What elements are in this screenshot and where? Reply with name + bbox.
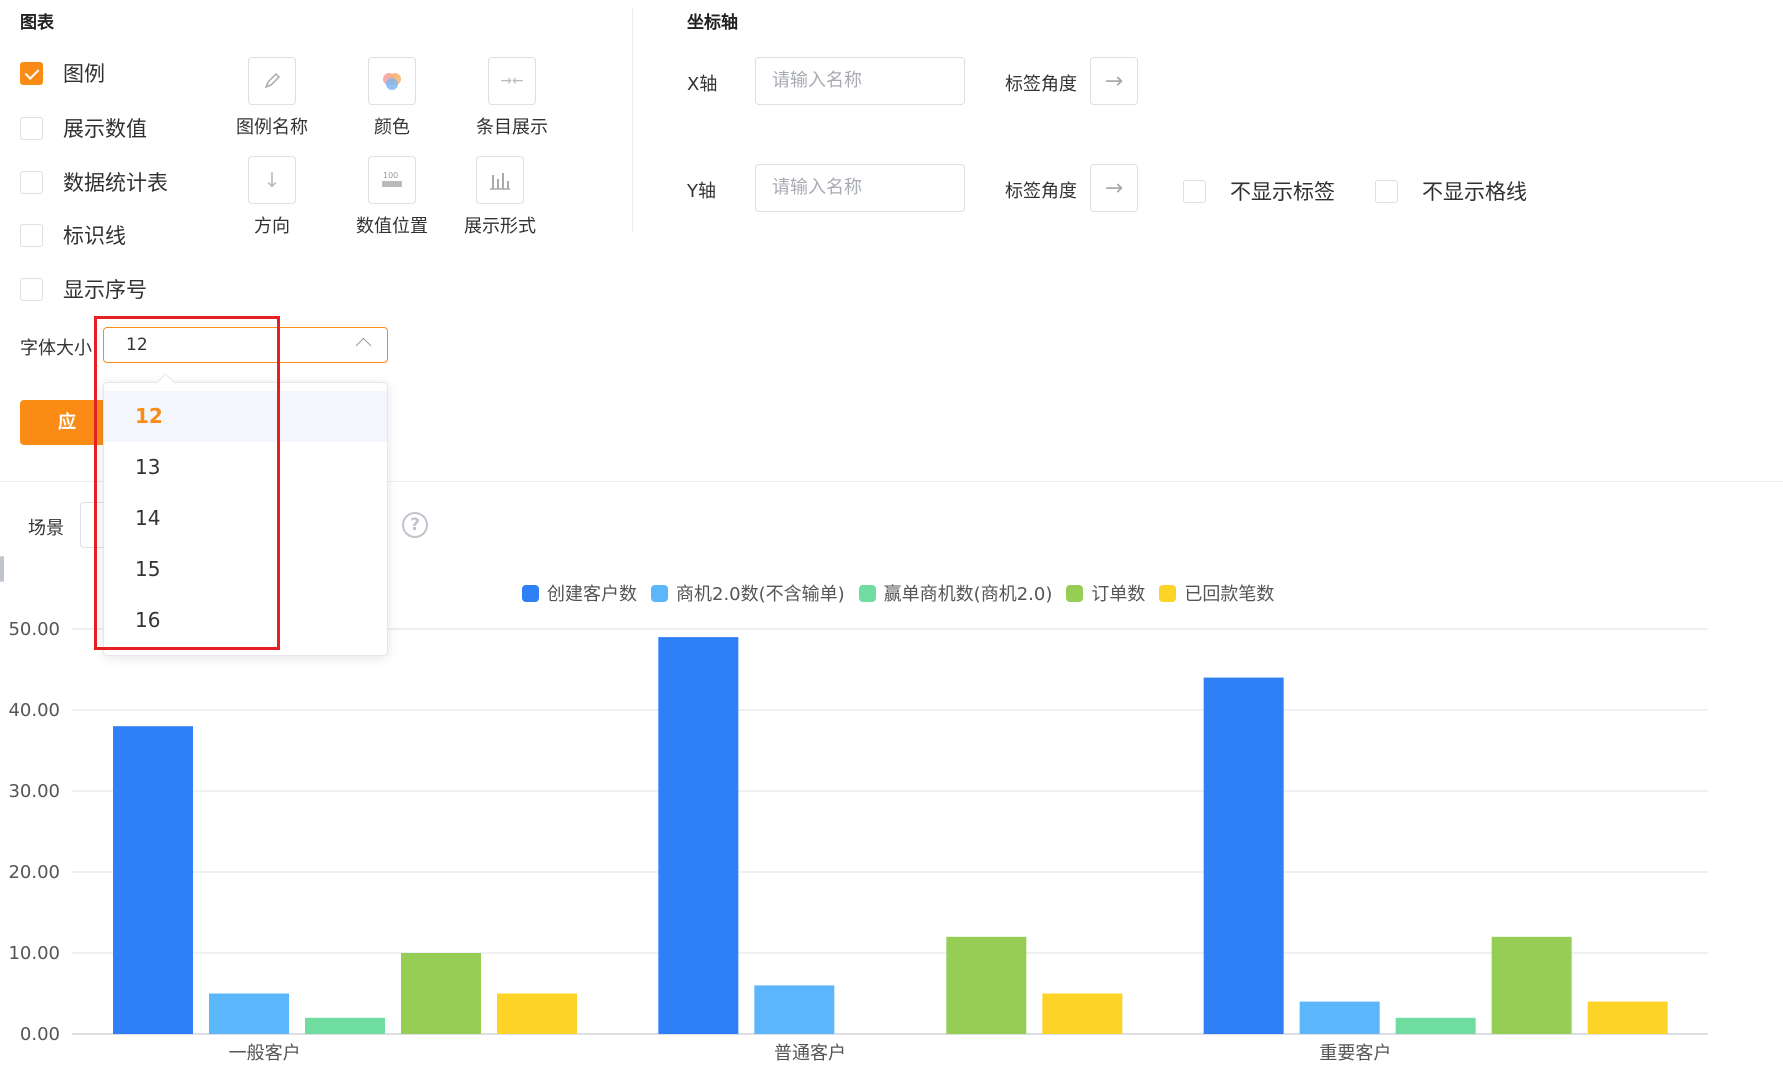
section-divider bbox=[632, 8, 633, 233]
bar bbox=[946, 936, 1027, 1034]
bar bbox=[113, 726, 193, 1034]
highlight-box bbox=[94, 316, 280, 650]
bar bbox=[754, 985, 835, 1034]
checkbox-icon[interactable] bbox=[20, 116, 43, 140]
legend-swatch bbox=[1159, 584, 1177, 602]
x-axis-label: X轴 bbox=[687, 74, 718, 95]
help-icon[interactable]: ? bbox=[402, 512, 428, 538]
value-position-icon[interactable]: 100 bbox=[368, 156, 416, 204]
value-position-label: 数值位置 bbox=[356, 216, 428, 237]
arrow-down-icon[interactable]: ↓ bbox=[248, 156, 296, 204]
display-form-tool[interactable]: 展示形式 bbox=[445, 156, 555, 238]
checkbox-checked-icon[interactable] bbox=[20, 61, 43, 85]
bar bbox=[1395, 1017, 1476, 1034]
legend-swatch bbox=[1066, 584, 1084, 602]
x-tick-angle-label: 标签角度 bbox=[1005, 74, 1077, 95]
y-tick-label: 30.00 bbox=[8, 781, 60, 802]
y-tick-label: 40.00 bbox=[8, 700, 60, 721]
x-tick-label: 普通客户 bbox=[774, 1043, 846, 1064]
y-axis-name-input[interactable]: 请输入名称 bbox=[755, 164, 965, 212]
chevron-up-icon bbox=[355, 337, 372, 354]
x-axis-name-input[interactable]: 请输入名称 bbox=[755, 57, 965, 105]
legend-name-tool[interactable]: 图例名称 bbox=[217, 57, 327, 139]
legend-swatch bbox=[858, 584, 876, 602]
y-tick-label: 10.00 bbox=[8, 943, 60, 964]
y-tick-label: 20.00 bbox=[8, 862, 60, 883]
checkbox-icon[interactable] bbox=[1375, 179, 1398, 203]
show-values-label: 展示数值 bbox=[63, 117, 147, 141]
y-tick-angle-arrow-icon[interactable]: → bbox=[1090, 164, 1138, 212]
bar bbox=[305, 1017, 385, 1034]
value-position-tool[interactable]: 100 数值位置 bbox=[337, 156, 447, 238]
bar bbox=[1587, 1001, 1668, 1034]
marker-line-checkbox[interactable]: 标识线 bbox=[20, 220, 126, 250]
bar bbox=[1042, 993, 1123, 1034]
show-index-checkbox[interactable]: 显示序号 bbox=[20, 274, 147, 304]
bar bbox=[1299, 1001, 1380, 1034]
checkbox-icon[interactable] bbox=[20, 223, 43, 247]
show-index-label: 显示序号 bbox=[63, 278, 147, 302]
side-handle-icon[interactable] bbox=[0, 556, 4, 582]
bar bbox=[1491, 936, 1572, 1034]
bar bbox=[401, 953, 481, 1034]
y-tick-label: 50.00 bbox=[8, 619, 60, 640]
svg-text:100: 100 bbox=[383, 171, 398, 180]
direction-label: 方向 bbox=[254, 216, 290, 237]
legend-swatch bbox=[522, 584, 539, 602]
y-tick-label: 0.00 bbox=[20, 1024, 60, 1045]
hide-gridlines-label: 不显示格线 bbox=[1422, 180, 1527, 204]
y-tick-angle-label: 标签角度 bbox=[1005, 181, 1077, 202]
hide-labels-label: 不显示标签 bbox=[1230, 180, 1335, 204]
bar-chart: 0.00 10.00 20.00 30.00 40.00 50.00 一般客户 普通客户 重要客… bbox=[8, 619, 1708, 1064]
legend-name-label: 图例名称 bbox=[236, 117, 308, 138]
bar bbox=[1203, 677, 1284, 1034]
chart-section-title: 图表 bbox=[20, 13, 54, 33]
bar bbox=[658, 637, 739, 1034]
show-values-checkbox[interactable]: 展示数值 bbox=[20, 113, 147, 143]
color-tool[interactable]: 颜色 bbox=[337, 57, 447, 139]
legend-checkbox-label: 图例 bbox=[63, 62, 105, 86]
data-table-checkbox[interactable]: 数据统计表 bbox=[20, 167, 168, 197]
x-tick-label: 重要客户 bbox=[1319, 1043, 1391, 1064]
bar bbox=[209, 993, 289, 1034]
direction-tool[interactable]: ↓ 方向 bbox=[217, 156, 327, 238]
checkbox-icon[interactable] bbox=[20, 277, 43, 301]
data-table-label: 数据统计表 bbox=[63, 171, 168, 195]
display-form-label: 展示形式 bbox=[464, 216, 536, 237]
color-palette-icon[interactable] bbox=[368, 57, 416, 105]
item-display-tool[interactable]: →← 条目展示 bbox=[457, 57, 567, 139]
marker-line-label: 标识线 bbox=[63, 224, 126, 248]
x-tick-label: 一般客户 bbox=[229, 1043, 301, 1064]
checkbox-icon[interactable] bbox=[20, 170, 43, 194]
bar bbox=[497, 993, 577, 1034]
legend-checkbox[interactable]: 图例 bbox=[20, 58, 105, 88]
item-display-label: 条目展示 bbox=[476, 117, 548, 138]
compress-arrows-icon[interactable]: →← bbox=[488, 57, 536, 105]
font-size-label: 字体大小 bbox=[20, 338, 92, 359]
bar-chart-icon[interactable] bbox=[476, 156, 524, 204]
y-axis-label: Y轴 bbox=[687, 181, 716, 202]
hide-labels-checkbox[interactable]: 不显示标签 bbox=[1183, 176, 1335, 206]
legend-swatch bbox=[651, 584, 668, 602]
axis-section-title: 坐标轴 bbox=[687, 13, 738, 33]
hide-gridlines-checkbox[interactable]: 不显示格线 bbox=[1375, 176, 1527, 206]
color-label: 颜色 bbox=[374, 117, 410, 138]
checkbox-icon[interactable] bbox=[1183, 179, 1206, 203]
scene-label: 场景 bbox=[28, 518, 64, 539]
x-tick-angle-arrow-icon[interactable]: → bbox=[1090, 57, 1138, 105]
pencil-icon[interactable] bbox=[248, 57, 296, 105]
